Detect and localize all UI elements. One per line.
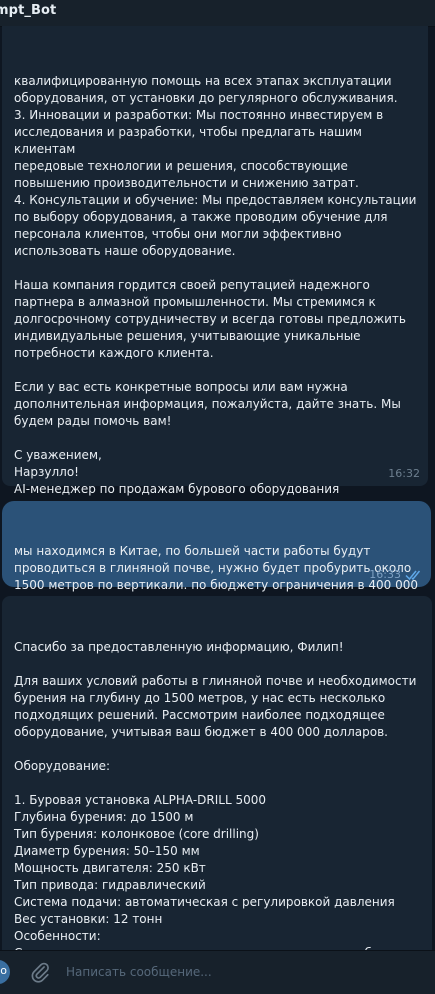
message-composer: o xyxy=(0,950,435,994)
paperclip-icon[interactable] xyxy=(29,961,51,983)
message-input[interactable] xyxy=(66,961,406,983)
message-bubble-incoming[interactable]: квалифицированную помощь на всех этапах … xyxy=(2,26,428,513)
message-bubble-incoming[interactable]: Спасибо за предоставленную информацию, Ф… xyxy=(2,596,432,950)
message-bubble-outgoing[interactable]: мы находимся в Китае, по большей части р… xyxy=(2,501,431,609)
send-button-label: o xyxy=(0,964,7,977)
message-text: Спасибо за предоставленную информацию, Ф… xyxy=(14,640,417,950)
double-check-icon xyxy=(405,570,421,581)
message-time: 16:32 xyxy=(388,467,420,480)
message-text: квалифицированную помощь на всех этапах … xyxy=(14,74,417,513)
chat-title[interactable]: ompt_Bot xyxy=(0,3,56,18)
message-time: 16:33 xyxy=(369,568,401,581)
chat-header: ompt_Bot xyxy=(0,0,435,27)
message-list[interactable]: квалифицированную помощь на всех этапах … xyxy=(0,26,435,950)
send-button[interactable]: o xyxy=(0,960,10,984)
